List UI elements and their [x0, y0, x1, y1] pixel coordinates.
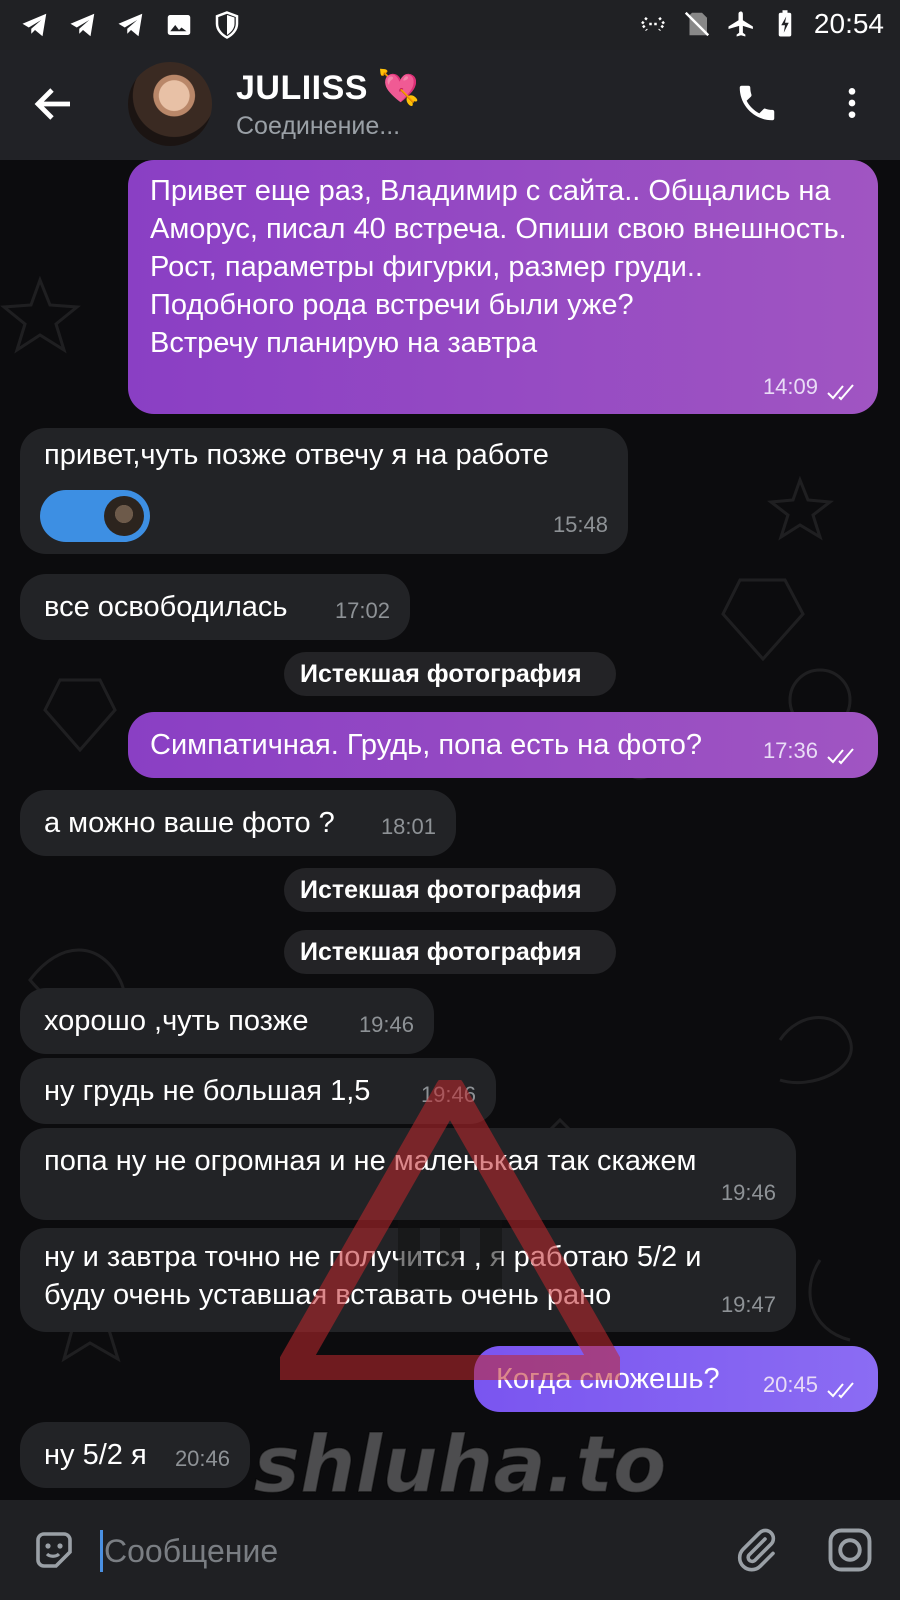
message-time: 14:09 — [762, 374, 818, 399]
chat-header: JULIISS 💘 Соединение... — [0, 50, 900, 160]
battery-charging-icon — [778, 10, 792, 37]
read-checkmarks-icon — [827, 384, 854, 401]
status-bar: 20:54 — [0, 0, 900, 50]
message-time: 20:45 — [762, 1372, 818, 1397]
incoming-message[interactable]: привет,чуть позже отвечу я на работе 15:… — [20, 428, 628, 554]
avatar[interactable] — [128, 62, 212, 146]
shield-icon — [215, 11, 239, 39]
no-sim-icon — [684, 11, 710, 37]
message-text: все освободилась — [44, 591, 288, 623]
message-time: 19:46 — [720, 1180, 776, 1205]
sticker-icon[interactable] — [30, 1526, 78, 1574]
incoming-message[interactable]: а можно ваше фото ? 18:01 — [20, 790, 456, 856]
watermark-logo — [280, 1080, 620, 1380]
svg-text:shluha.to: shluha.to — [254, 1420, 667, 1510]
data-arrows-icon — [640, 16, 666, 32]
message-time: 19:47 — [720, 1292, 776, 1317]
incoming-message[interactable]: хорошо ,чуть позже 19:46 — [20, 988, 434, 1054]
contact-name[interactable]: JULIISS 💘 — [236, 68, 421, 108]
incoming-message[interactable]: все освободилась 17:02 — [20, 574, 410, 640]
expired-photo-notice: Истекшая фотография — [284, 930, 616, 974]
read-checkmarks-icon — [827, 1382, 854, 1399]
back-arrow-icon[interactable] — [30, 80, 78, 128]
image-icon — [167, 15, 191, 35]
message-text: хорошо ,чуть позже — [44, 1005, 309, 1037]
message-time: 17:36 — [762, 738, 818, 763]
status-clock: 20:54 — [813, 8, 884, 39]
message-composer — [0, 1500, 900, 1600]
message-text: Привет еще раз, Владимир с сайта.. Общал… — [150, 175, 847, 359]
airplane-icon — [728, 11, 753, 37]
phone-icon[interactable] — [734, 80, 780, 126]
telegram-icon — [22, 13, 47, 37]
text-caret — [100, 1530, 103, 1572]
expired-photo-notice: Истекшая фотография — [284, 652, 616, 696]
message-text: привет,чуть позже отвечу я на работе — [44, 439, 549, 471]
voice-avatar — [104, 496, 144, 536]
read-checkmarks-icon — [827, 748, 854, 765]
expired-photo-notice: Истекшая фотография — [284, 868, 616, 912]
message-time: 17:02 — [334, 598, 390, 623]
outgoing-message[interactable]: Симпатичная. Грудь, попа есть на фото? 1… — [128, 712, 878, 778]
more-vert-icon[interactable] — [832, 80, 872, 126]
connection-status: Соединение... — [236, 112, 401, 140]
paperclip-icon[interactable] — [732, 1524, 780, 1576]
message-text: а можно ваше фото ? — [44, 807, 335, 839]
telegram-icon — [118, 13, 143, 37]
message-time: 18:01 — [380, 814, 436, 839]
outgoing-message[interactable]: Привет еще раз, Владимир с сайта.. Общал… — [128, 160, 878, 414]
message-text: Симпатичная. Грудь, попа есть на фото? — [150, 729, 702, 761]
message-input[interactable] — [100, 1526, 666, 1576]
message-time: 15:48 — [552, 512, 608, 537]
message-text: ну 5/2 я — [44, 1439, 147, 1471]
telegram-icon — [70, 13, 95, 37]
voice-message-button[interactable] — [40, 490, 150, 542]
camera-icon[interactable] — [824, 1524, 876, 1576]
message-time: 19:46 — [358, 1012, 414, 1037]
message-list[interactable]: Привет еще раз, Владимир с сайта.. Общал… — [0, 160, 900, 1500]
